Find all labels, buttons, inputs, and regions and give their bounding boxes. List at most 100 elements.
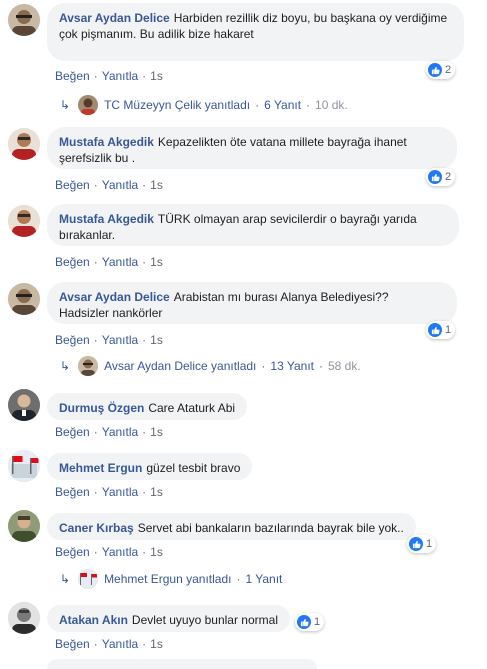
reply-link[interactable]: Yanıtla	[102, 333, 138, 347]
comment-time[interactable]: 1s	[150, 545, 163, 559]
comment-author[interactable]: Avsar Aydan Delice	[59, 11, 170, 25]
like-icon	[428, 170, 442, 184]
avatar[interactable]	[8, 283, 40, 315]
reply-link[interactable]: Yanıtla	[102, 545, 138, 559]
comment-time[interactable]: 1s	[150, 637, 163, 651]
comment-author[interactable]: Avsar Aydan Delice	[59, 290, 170, 304]
separator-dot: ·	[142, 178, 147, 192]
comment-time[interactable]: 1s	[150, 425, 163, 439]
comment-text: Hadsizler nankörler	[59, 306, 163, 320]
reaction-number: 2	[445, 171, 452, 183]
reaction-count[interactable]: 1	[295, 613, 325, 631]
like-link[interactable]: Beğen	[55, 178, 90, 192]
reaction-count[interactable]: 2	[426, 61, 456, 79]
avatar[interactable]	[8, 389, 40, 421]
separator-dot: ·	[142, 69, 147, 83]
separator-dot: ·	[93, 545, 98, 559]
comment-bubble: Atakan Akın Devlet uyuyo bunlar normal	[47, 605, 290, 632]
separator-dot: ·	[142, 333, 147, 347]
like-link[interactable]: Beğen	[55, 485, 90, 499]
comment-actions: Beğen · Yanıtla · 1s	[55, 333, 163, 347]
comment-bubble: Mehmet Ergun güzel tesbit bravo	[47, 453, 253, 480]
comment-author[interactable]: Durmuş Özgen	[59, 401, 144, 415]
reply-link[interactable]: Yanıtla	[102, 178, 138, 192]
reply-link[interactable]: Yanıtla	[102, 425, 138, 439]
separator-dot: ·	[142, 637, 147, 651]
reply-link[interactable]: Yanıtla	[102, 485, 138, 499]
like-icon	[297, 615, 311, 629]
reply-time: 10 dk.	[315, 98, 348, 112]
comment-actions: Beğen · Yanıtla · 1s	[55, 425, 163, 439]
like-link[interactable]: Beğen	[55, 333, 90, 347]
comment-author[interactable]: Mehmet Ergun	[59, 461, 142, 475]
reply-arrow-icon: ↳	[60, 359, 71, 373]
comment-text: Care Ataturk Abi	[148, 401, 236, 415]
comment-bubble: Mustafa Akgedik Kepazelikten öte vatana m…	[47, 127, 457, 169]
reply-count[interactable]: 6 Yanıt	[264, 98, 301, 112]
separator-dot: ·	[236, 572, 241, 586]
reply-thread-link[interactable]: ↳ Mehmet Ergun yanıtladı · 1 Yanıt	[60, 569, 282, 589]
reply-thread-link[interactable]: ↳ Avsar Aydan Delice yanıtladı · 13 Yanı…	[60, 356, 361, 376]
like-link[interactable]: Beğen	[55, 255, 90, 269]
separator-dot: ·	[93, 637, 98, 651]
avatar[interactable]	[8, 128, 40, 160]
comment-author[interactable]: Mustafa Akgedik	[59, 212, 154, 226]
reply-time: 58 dk.	[327, 359, 361, 373]
reply-author[interactable]: Mehmet Ergun yanıtladı	[104, 572, 231, 586]
reply-link[interactable]: Yanıtla	[102, 69, 138, 83]
comment-author[interactable]: Mustafa Akgedik	[59, 135, 154, 149]
comment-time[interactable]: 1s	[150, 69, 163, 83]
reply-link[interactable]: Yanıtla	[102, 255, 138, 269]
avatar[interactable]	[8, 4, 40, 36]
reply-author[interactable]: TC Müzeyyn Çelik yanıtladı	[104, 98, 250, 112]
reply-count[interactable]: 13 Yanıt	[270, 359, 314, 373]
like-link[interactable]: Beğen	[55, 637, 90, 651]
avatar[interactable]	[8, 510, 40, 542]
reply-link[interactable]: Yanıtla	[102, 637, 138, 651]
comment-actions: Beğen · Yanıtla · 1s	[55, 485, 163, 499]
comment-text: bırakanlar.	[59, 228, 116, 242]
reaction-number: 1	[445, 324, 452, 336]
comment-text: güzel tesbit bravo	[146, 461, 241, 475]
comment-time[interactable]: 1s	[150, 255, 163, 269]
reaction-count[interactable]: 1	[407, 535, 437, 553]
separator-dot: ·	[93, 485, 98, 499]
comment-text: çok pişmanım. Bu adilik bize hakaret	[59, 27, 254, 41]
like-icon	[428, 323, 442, 337]
comment-bubble: Avsar Aydan Delice Harbiden rezillik diz …	[47, 3, 464, 61]
reaction-count[interactable]: 2	[426, 168, 456, 186]
comment-text: Devlet uyuyo bunlar normal	[131, 613, 278, 627]
comment-text: Servet abi bankaların bazılarında bayrak…	[137, 521, 404, 535]
reply-thread-link[interactable]: ↳ TC Müzeyyn Çelik yanıtladı · 6 Yanıt ·…	[60, 95, 348, 115]
separator-dot: ·	[306, 98, 311, 112]
like-icon	[409, 537, 423, 551]
comment-time[interactable]: 1s	[150, 485, 163, 499]
separator-dot: ·	[93, 333, 98, 347]
comment-bubble: Avsar Aydan Delice Arabistan mı burası Al…	[47, 282, 457, 324]
avatar[interactable]	[8, 602, 40, 634]
comment-bubble: Mustafa Akgedik TÜRK olmayan arap sevicil…	[47, 204, 459, 246]
like-link[interactable]: Beğen	[55, 425, 90, 439]
comment-time[interactable]: 1s	[150, 333, 163, 347]
reaction-number: 2	[445, 64, 452, 76]
comment-text: Kepazelikten öte vatana millete bayrağa …	[157, 135, 407, 149]
like-link[interactable]: Beğen	[55, 545, 90, 559]
comment-text: şerefsizlik bu .	[59, 151, 136, 165]
separator-dot: ·	[93, 425, 98, 439]
like-link[interactable]: Beğen	[55, 69, 90, 83]
reaction-number: 1	[314, 616, 321, 628]
reply-author[interactable]: Avsar Aydan Delice yanıtladı	[104, 359, 256, 373]
separator-dot: ·	[142, 485, 147, 499]
separator-dot: ·	[93, 255, 98, 269]
avatar[interactable]	[8, 205, 40, 237]
comment-bubble: Caner Kırbaş Servet abi bankaların bazıla…	[47, 513, 416, 540]
comment-time[interactable]: 1s	[150, 178, 163, 192]
comment-author[interactable]: Atakan Akın	[59, 613, 128, 627]
reply-count[interactable]: 1 Yanıt	[245, 572, 282, 586]
reaction-count[interactable]: 1	[426, 321, 456, 339]
separator-dot: ·	[142, 425, 147, 439]
avatar	[78, 356, 99, 376]
avatar[interactable]	[8, 450, 40, 482]
comment-author[interactable]: Caner Kırbaş	[59, 521, 134, 535]
avatar	[78, 95, 99, 115]
